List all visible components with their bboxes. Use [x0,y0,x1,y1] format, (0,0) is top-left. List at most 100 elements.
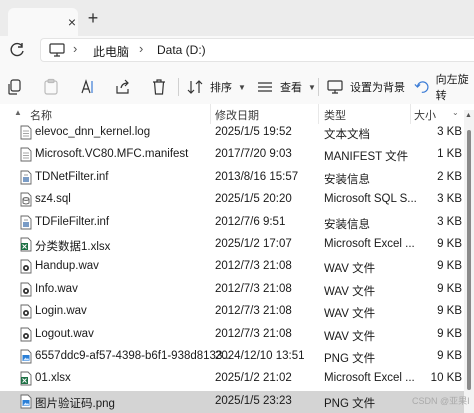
file-size: 9 KB [437,305,462,318]
file-size: 10 KB [430,372,462,385]
scroll-up-icon[interactable]: ▲ [465,112,472,119]
rotate-left-icon [414,81,429,93]
refresh-icon[interactable] [8,41,26,59]
file-name: TDNetFilter.inf [35,170,109,183]
sort-ascending-icon: ▲ [14,108,22,117]
file-row[interactable]: 图片验证码.png 2025/1/5 23:23 PNG 文件 [0,390,466,413]
file-type: PNG 文件 [324,397,376,410]
file-type: WAV 文件 [324,330,376,343]
file-name: Handup.wav [35,260,99,273]
paste-button[interactable] [42,76,60,98]
file-size: 3 KB [437,193,462,206]
column-header-type[interactable]: 类型 [324,107,346,123]
address-bar-row: › 此电脑 › Data (D:) [0,36,474,64]
file-modified-date: 2012/7/3 21:08 [215,282,292,295]
file-row[interactable]: TDNetFilter.inf 2013/8/16 15:57 安装信息 2 KB [0,167,466,189]
file-type: WAV 文件 [324,285,376,298]
text-file-icon [20,125,32,140]
file-name: Logout.wav [35,327,94,340]
breadcrumb-separator: › [73,41,78,56]
file-row[interactable]: elevoc_dnn_kernel.log 2025/1/5 19:52 文本文档 3… [0,122,466,144]
file-row[interactable]: sz4.sql 2025/1/5 20:20 Microsoft SQL S... 3… [0,189,466,211]
paste-icon [44,78,58,95]
file-row[interactable]: Logout.wav 2012/7/3 21:08 WAV 文件 9 KB [0,324,466,346]
file-size: 3 KB [437,126,462,138]
sql-file-icon [20,192,32,207]
file-name: elevoc_dnn_kernel.log [35,126,151,138]
breadcrumb-separator: › [139,41,144,56]
file-row[interactable]: Login.wav 2012/7/3 21:08 WAV 文件 9 KB [0,301,466,323]
rotate-left-button[interactable]: 向左旋转 [414,74,474,102]
excel-file-icon [20,237,32,252]
sort-button[interactable]: 排序 ▼ [186,76,246,98]
file-modified-date: 2024/12/10 13:51 [215,350,305,362]
file-row[interactable]: Microsoft.VC80.MFC.manifest 2017/7/20 9:0… [0,144,466,166]
column-divider[interactable] [410,104,411,124]
file-size: 3 KB [437,215,462,228]
file-row[interactable]: 分类数据1.xlsx 2025/1/2 17:07 Microsoft Excel … [0,234,466,256]
file-modified-date: 2025/1/2 17:07 [215,238,292,250]
file-name: 分类数据1.xlsx [35,241,111,253]
set-background-button[interactable]: 设置为背景 [326,76,405,98]
image-file-icon [20,394,32,409]
address-box[interactable]: › 此电脑 › Data (D:) [40,38,474,62]
file-type: WAV 文件 [324,308,376,321]
new-tab-icon[interactable]: + [83,8,103,28]
file-size: 9 KB [437,282,462,295]
file-name: Microsoft.VC80.MFC.manifest [35,148,189,161]
column-divider[interactable] [318,104,319,124]
file-name: 6557ddc9-af57-4398-b6f1-938d8133... [35,350,232,362]
file-row[interactable]: Info.wav 2012/7/3 21:08 WAV 文件 9 KB [0,279,466,301]
view-label: 查看 [280,82,302,94]
file-row[interactable]: 01.xlsx 2025/1/2 21:02 Microsoft Excel ...… [0,368,466,390]
copy-icon [8,79,21,95]
desktop-wallpaper-icon [327,80,343,94]
toolbar-divider [318,78,319,96]
rename-button[interactable] [78,76,96,98]
file-name: Info.wav [35,282,78,295]
audio-file-icon [20,259,32,274]
share-icon [116,79,129,94]
file-modified-date: 2025/1/2 21:02 [215,372,292,385]
file-modified-date: 2012/7/6 9:51 [215,215,286,228]
close-tab-icon[interactable]: × [64,14,80,30]
column-divider[interactable] [210,104,211,124]
vertical-scrollbar[interactable]: ▲ [464,110,474,413]
breadcrumb-drive[interactable]: Data (D:) [157,43,206,57]
file-size: 9 KB [437,350,462,362]
view-icon [258,82,272,92]
file-row[interactable]: 6557ddc9-af57-4398-b6f1-938d8133... 2024/… [0,346,466,368]
column-header-size[interactable]: 大小 [414,107,436,123]
file-row[interactable]: TDFileFilter.inf 2012/7/6 9:51 安装信息 3 KB [0,212,466,234]
file-type: Microsoft Excel ... [324,238,415,250]
delete-button[interactable] [150,76,168,98]
chevron-down-icon: ⌄ [452,108,459,117]
audio-file-icon [20,327,32,342]
file-size: 2 KB [437,170,462,183]
sort-label: 排序 [210,82,232,94]
column-header-date[interactable]: 修改日期 [215,107,259,123]
copy-button[interactable] [6,76,24,98]
file-modified-date: 2025/1/5 20:20 [215,193,292,206]
file-name: 图片验证码.png [35,397,115,410]
file-type: 安装信息 [324,173,370,186]
file-name: TDFileFilter.inf [35,215,110,228]
chevron-down-icon: ▼ [238,82,246,92]
file-size: 1 KB [437,148,462,161]
view-button[interactable]: 查看 ▼ [256,76,316,98]
share-button[interactable] [114,76,132,98]
scroll-thumb[interactable] [467,130,471,390]
file-type: 安装信息 [324,218,370,231]
file-type: PNG 文件 [324,353,376,365]
image-file-icon [20,349,32,364]
audio-file-icon [20,282,32,297]
column-header-name[interactable]: 名称 [30,107,52,123]
computer-icon [49,43,65,57]
file-modified-date: 2012/7/3 21:08 [215,260,292,273]
file-row[interactable]: Handup.wav 2012/7/3 21:08 WAV 文件 9 KB [0,256,466,278]
file-modified-date: 2012/7/3 21:08 [215,327,292,340]
breadcrumb-this-pc[interactable]: 此电脑 [93,43,129,60]
file-size: 9 KB [437,327,462,340]
trash-icon [153,79,165,95]
explorer-tab[interactable]: × [8,8,78,36]
